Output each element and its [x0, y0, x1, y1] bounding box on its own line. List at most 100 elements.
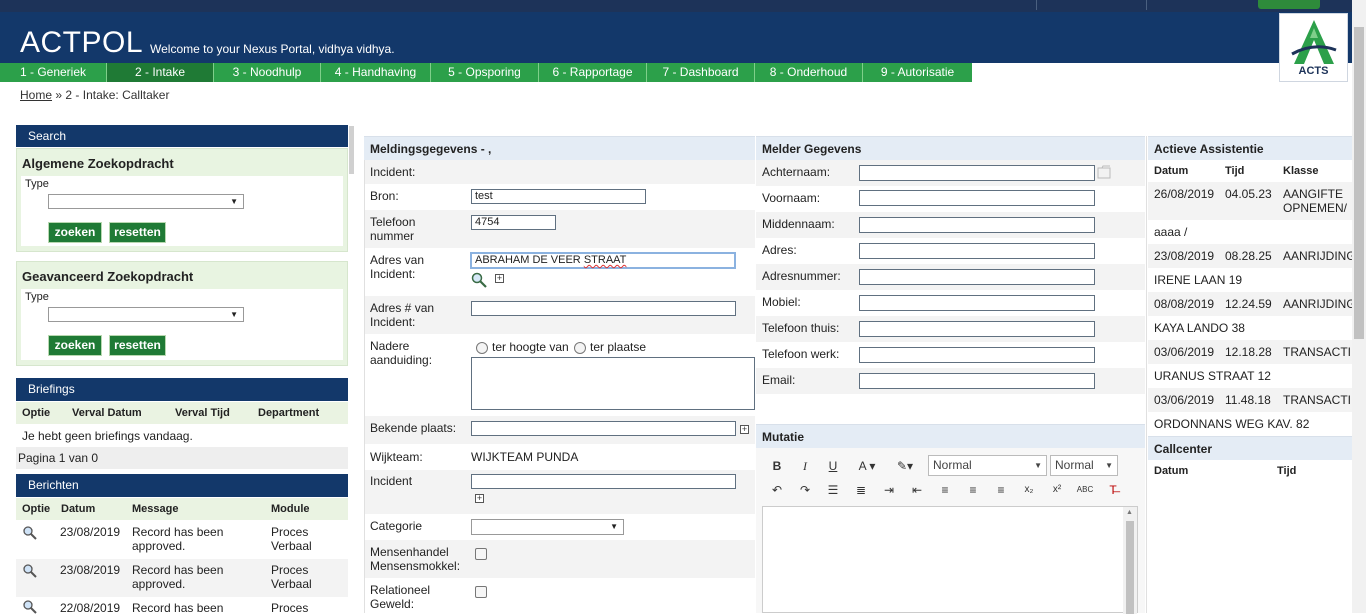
top-nav-item[interactable] [1146, 0, 1256, 10]
voornaam-input[interactable] [859, 190, 1095, 206]
assist-time: 12.18.28 [1225, 345, 1272, 359]
general-reset-button[interactable]: resetten [109, 222, 166, 243]
list-item[interactable]: 23/08/2019 08.28.25 AANRIJDING [1148, 244, 1352, 268]
list-item[interactable]: KAYA LANDO 38 [1148, 316, 1352, 340]
redo-icon[interactable]: ↷ [794, 481, 816, 499]
telefoon-thuis-input[interactable] [859, 321, 1095, 337]
bold-button[interactable]: B [766, 457, 788, 475]
page-scrollbar[interactable] [1352, 0, 1366, 613]
top-action-button[interactable] [1258, 0, 1320, 9]
tab-noodhulp[interactable]: 3 - Noodhulp [214, 63, 321, 82]
list-item[interactable]: 26/08/2019 04.05.23 AANGIFTE OPNEMEN/ [1148, 182, 1352, 220]
text-color-button[interactable]: A ▾ [852, 457, 882, 475]
telefoon-input[interactable]: 4754 [471, 215, 556, 230]
email-input[interactable] [859, 373, 1095, 389]
collapse-handle[interactable] [349, 126, 354, 174]
align-left-icon[interactable]: ≡ [934, 481, 956, 499]
advanced-reset-button[interactable]: resetten [109, 335, 166, 356]
list-item[interactable]: aaaa / [1148, 220, 1352, 244]
categorie-select[interactable]: ▼ [471, 519, 624, 535]
bekende-input[interactable] [471, 421, 736, 436]
achternaam-input[interactable] [859, 165, 1095, 181]
mensenhandel-row: Mensenhandel Mensensmokkel: [365, 540, 755, 578]
list-item[interactable]: ORDONNANS WEG KAV. 82 [1148, 412, 1352, 436]
nadere-row: Nadere aanduiding: ter hoogte van ter pl… [365, 334, 755, 416]
clear-format-icon[interactable]: T̶ [1102, 481, 1124, 499]
italic-button[interactable]: I [794, 457, 816, 475]
highlight-button[interactable]: ✎▾ [890, 457, 920, 475]
spellcheck-icon[interactable]: ABC [1074, 481, 1096, 499]
general-search-button[interactable]: zoeken [48, 222, 102, 243]
adresnummer-input[interactable] [859, 269, 1095, 285]
list-item[interactable]: 08/08/2019 12.24.59 AANRIJDING [1148, 292, 1352, 316]
adres-melder-input[interactable] [859, 243, 1095, 259]
bron-input[interactable]: test [471, 189, 646, 204]
undo-icon[interactable]: ↶ [766, 481, 788, 499]
mobiel-input[interactable] [859, 295, 1095, 311]
add-plus-icon[interactable]: + [475, 494, 484, 503]
list-item[interactable]: URANUS STRAAT 12 [1148, 364, 1352, 388]
radio-ter-plaatse[interactable] [574, 342, 586, 354]
nadere-textarea[interactable] [471, 357, 755, 410]
assist-address: KAYA LANDO 38 [1154, 321, 1245, 335]
align-center-icon[interactable]: ≡ [962, 481, 984, 499]
relationeel-checkbox[interactable] [475, 586, 487, 598]
tab-dashboard[interactable]: 7 - Dashboard [647, 63, 755, 82]
list-item[interactable]: 03/06/2019 11.48.18 TRANSACTI [1148, 388, 1352, 412]
tab-generiek[interactable]: 1 - Generiek [0, 63, 107, 82]
indent-icon[interactable]: ⇥ [878, 481, 900, 499]
adresnr-input[interactable] [471, 301, 736, 316]
size-select[interactable]: Normal ▼ [1050, 455, 1118, 476]
incident2-input[interactable] [471, 474, 736, 489]
middennaam-input[interactable] [859, 217, 1095, 233]
tab-opsporing[interactable]: 5 - Opsporing [431, 63, 539, 82]
tab-intake[interactable]: 2 - Intake [107, 63, 214, 82]
tab-onderhoud[interactable]: 8 - Onderhoud [755, 63, 863, 82]
adres-input[interactable]: ABRAHAM DE VEER STRAAT [470, 252, 736, 269]
numbered-list-icon[interactable]: ≣ [850, 481, 872, 499]
add-plus-icon[interactable]: + [740, 425, 749, 434]
assist-time: 08.28.25 [1225, 249, 1272, 263]
telefoon-werk-input[interactable] [859, 347, 1095, 363]
magnifier-icon[interactable] [23, 564, 37, 578]
outdent-icon[interactable]: ⇤ [906, 481, 928, 499]
melder-title: Melder Gegevens [756, 136, 1145, 160]
mutatie-text-area[interactable]: ▲ [762, 506, 1138, 614]
general-type-select[interactable]: ▼ [48, 194, 244, 209]
assist-klasse: TRANSACTI [1283, 345, 1352, 359]
format-select[interactable]: Normal ▼ [928, 455, 1047, 476]
assist-date: 26/08/2019 [1154, 187, 1215, 201]
subscript-icon[interactable]: x₂ [1018, 481, 1040, 499]
breadcrumb-home-link[interactable]: Home [20, 88, 52, 102]
advanced-search-button[interactable]: zoeken [48, 335, 102, 356]
magnifier-icon[interactable] [23, 526, 37, 540]
advanced-search-box: Geavanceerd Zoekopdracht Type ▼ zoeken r… [16, 261, 348, 366]
table-row: 23/08/2019 Record has been approved. Pro… [16, 559, 348, 597]
bullet-list-icon[interactable]: ☰ [822, 481, 844, 499]
berichten-column-header: Optie Datum Message Module [16, 498, 348, 520]
wijkteam-value: WIJKTEAM PUNDA [471, 450, 579, 464]
assist-address: ORDONNANS WEG KAV. 82 [1154, 417, 1310, 431]
tab-handhaving[interactable]: 4 - Handhaving [321, 63, 431, 82]
expand-plus-icon[interactable]: + [495, 274, 504, 283]
tab-autorisatie[interactable]: 9 - Autorisatie [863, 63, 972, 82]
tab-rapportage[interactable]: 6 - Rapportage [539, 63, 647, 82]
advanced-search-title: Geavanceerd Zoekopdracht [22, 269, 194, 284]
lookup-icon[interactable] [1097, 165, 1111, 179]
mensenhandel-checkbox[interactable] [475, 548, 487, 560]
list-item[interactable]: IRENE LAAN 19 [1148, 268, 1352, 292]
magnifier-icon[interactable] [23, 600, 37, 614]
list-item[interactable]: 03/06/2019 12.18.28 TRANSACTI [1148, 340, 1352, 364]
mobiel-label: Mobiel: [762, 295, 801, 309]
underline-button[interactable]: U [822, 457, 844, 475]
align-right-icon[interactable]: ≡ [990, 481, 1012, 499]
search-address-icon[interactable] [471, 272, 487, 288]
top-nav-item[interactable] [1036, 0, 1146, 10]
advanced-type-select[interactable]: ▼ [48, 307, 244, 322]
adresnr-row: Adres # van Incident: [365, 296, 755, 334]
superscript-icon[interactable]: x² [1046, 481, 1068, 499]
breadcrumb: Home » 2 - Intake: Calltaker [20, 88, 169, 102]
radio-ter-hoogte-van[interactable] [476, 342, 488, 354]
column-datum: Datum [61, 503, 96, 515]
editor-scrollbar[interactable]: ▲ [1123, 507, 1137, 614]
